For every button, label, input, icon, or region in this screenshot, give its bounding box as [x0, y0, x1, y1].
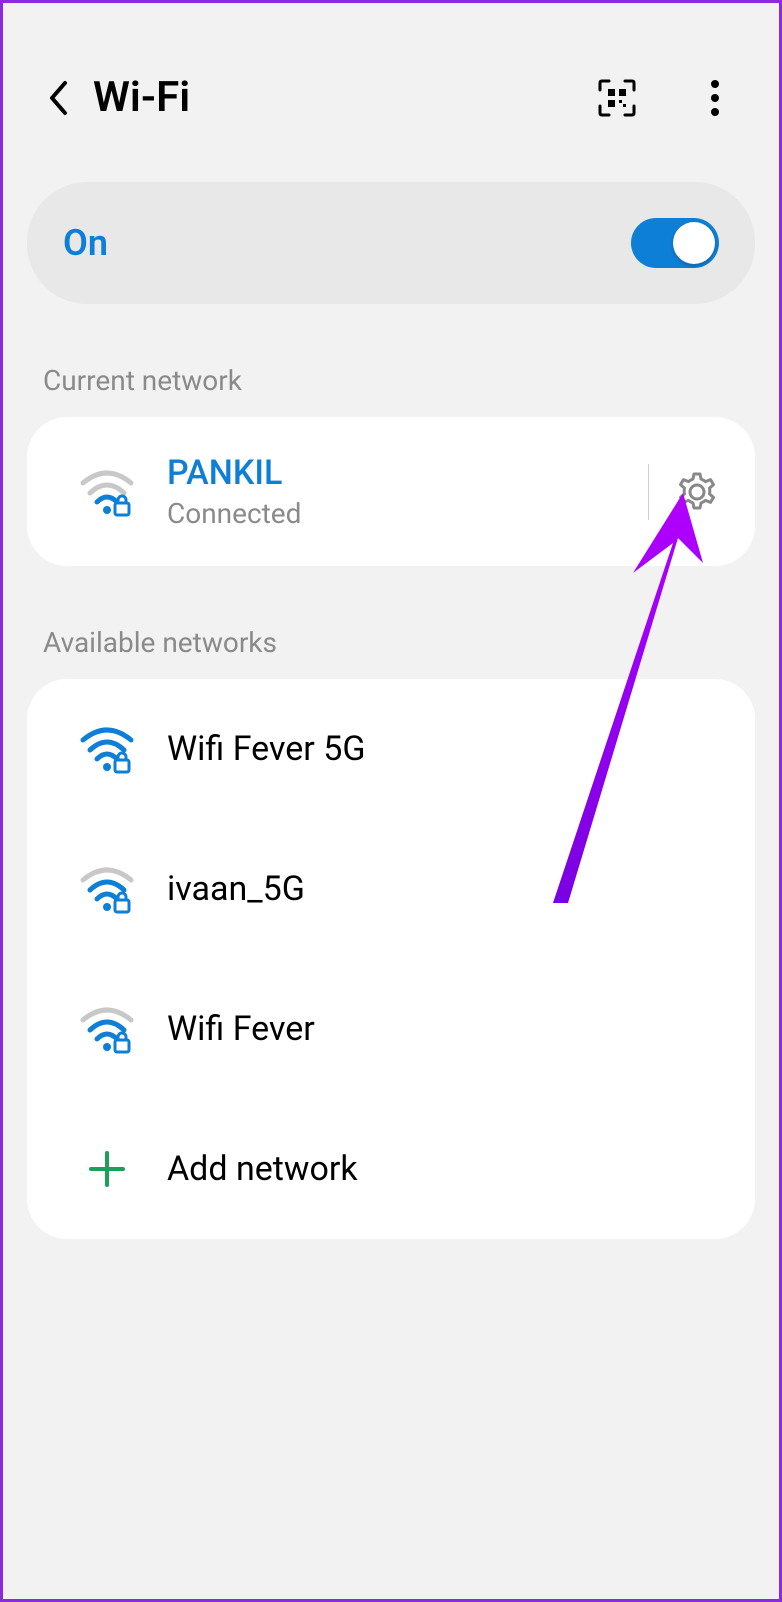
wifi-signal-icon [57, 724, 157, 774]
network-settings-button[interactable] [669, 464, 725, 520]
current-network-section-label: Current network [3, 304, 779, 417]
wifi-signal-icon [57, 864, 157, 914]
available-network-row[interactable]: Wifi Fever 5G [27, 679, 755, 819]
divider [648, 464, 649, 520]
qr-code-icon [597, 78, 637, 118]
gear-icon [675, 470, 719, 514]
network-info: ivaan_5G [157, 869, 725, 909]
chevron-left-icon [47, 79, 69, 117]
more-options-button[interactable] [691, 74, 739, 122]
network-info: PANKIL Connected [157, 453, 628, 530]
more-vertical-icon [710, 78, 720, 118]
wifi-state-label: On [63, 222, 108, 264]
available-networks-section-label: Available networks [3, 566, 779, 679]
current-network-row[interactable]: PANKIL Connected [27, 417, 755, 566]
network-info: Wifi Fever [157, 1009, 725, 1049]
plus-icon [57, 1147, 157, 1191]
back-button[interactable] [43, 74, 73, 122]
add-network-row[interactable]: Add network [27, 1099, 755, 1239]
network-name: PANKIL [167, 453, 628, 493]
switch-knob [673, 222, 715, 264]
add-network-label: Add network [167, 1149, 725, 1189]
current-network-card: PANKIL Connected [27, 417, 755, 566]
wifi-toggle-card: On [27, 182, 755, 304]
available-networks-card: Wifi Fever 5G ivaan_5G [27, 679, 755, 1239]
header: Wi-Fi [3, 3, 779, 172]
network-name: ivaan_5G [167, 869, 725, 909]
wifi-toggle-switch[interactable] [631, 218, 719, 268]
network-name: Wifi Fever [167, 1009, 725, 1049]
wifi-signal-icon [57, 1004, 157, 1054]
qr-scan-button[interactable] [593, 74, 641, 122]
wifi-signal-icon [57, 467, 157, 517]
available-network-row[interactable]: ivaan_5G [27, 819, 755, 959]
available-network-row[interactable]: Wifi Fever [27, 959, 755, 1099]
page-title: Wi-Fi [93, 73, 543, 122]
network-status: Connected [167, 497, 628, 530]
network-info: Wifi Fever 5G [157, 729, 725, 769]
network-name: Wifi Fever 5G [167, 729, 725, 769]
add-network-label-wrap: Add network [157, 1149, 725, 1189]
